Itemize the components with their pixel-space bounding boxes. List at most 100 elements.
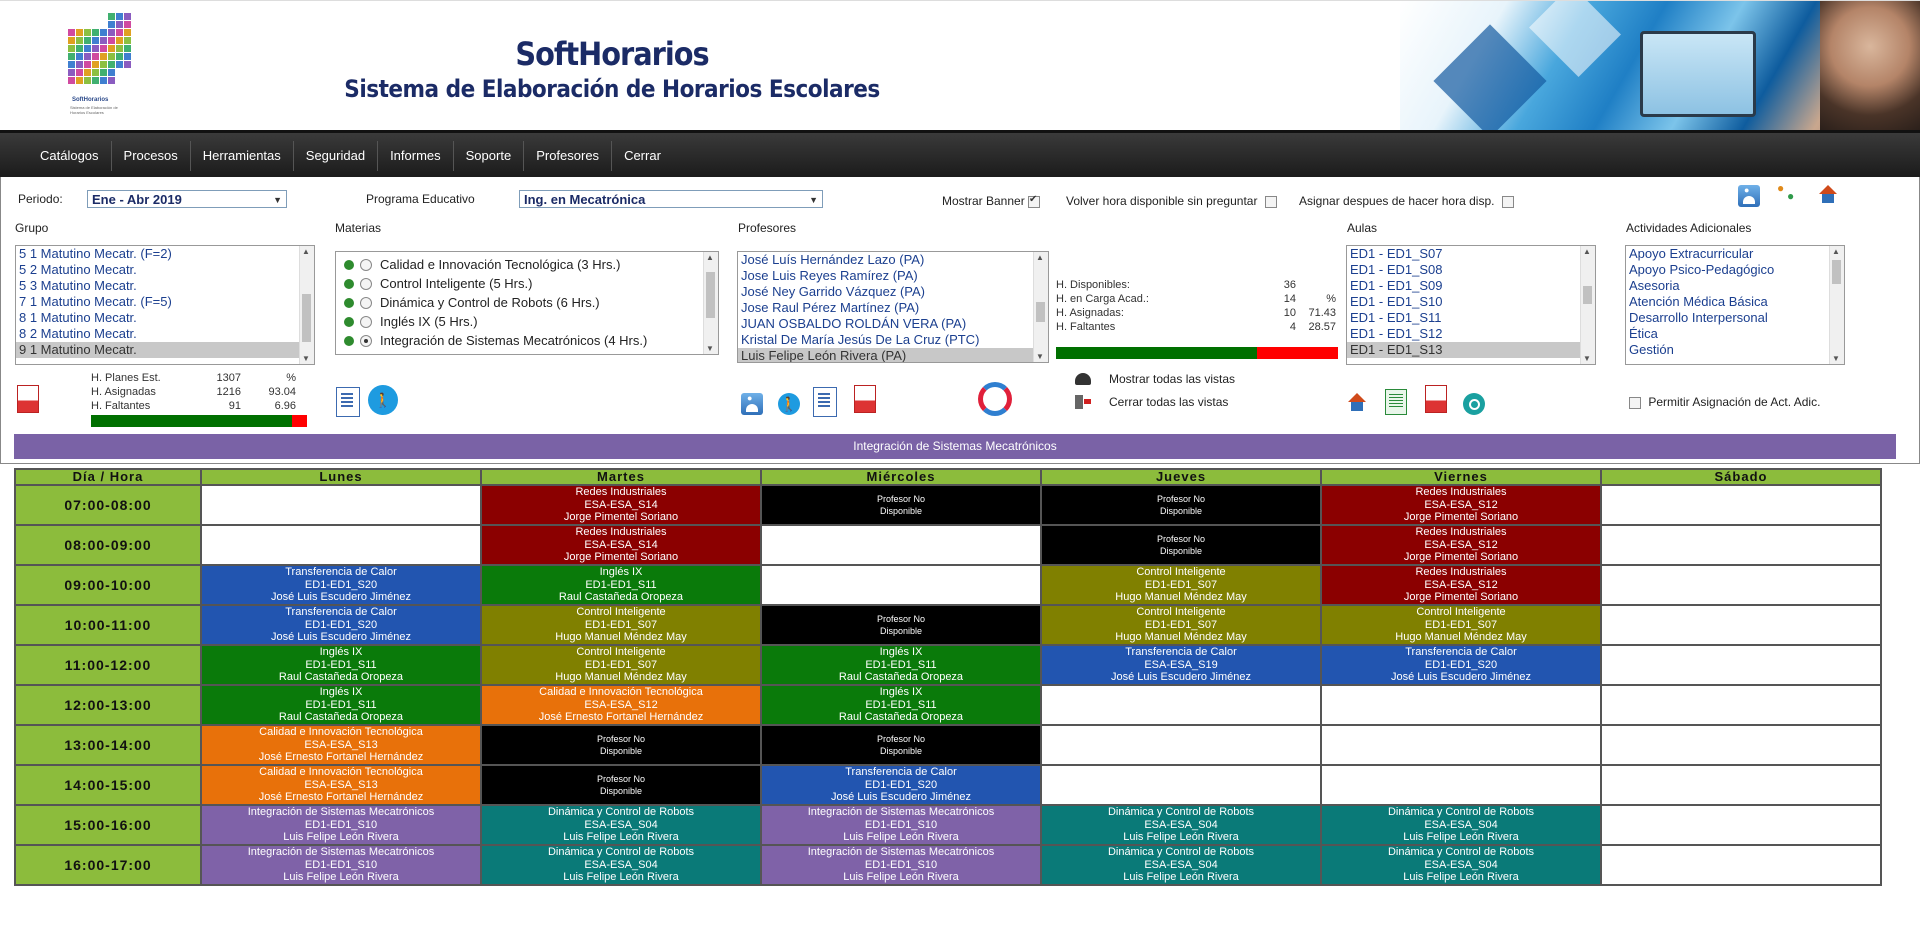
empty-slot[interactable] xyxy=(200,484,482,526)
teacher-icon[interactable] xyxy=(741,393,763,415)
exit-icon[interactable] xyxy=(1073,393,1095,415)
list-item[interactable]: Jose Luis Reyes Ramírez (PA) xyxy=(738,268,1048,284)
class-slot[interactable]: Transferencia de Calor ED1-ED1_S20 José Lu… xyxy=(200,604,482,646)
class-slot[interactable]: Transferencia de Calor ED1-ED1_S20 José Lu… xyxy=(200,564,482,606)
empty-slot[interactable] xyxy=(760,564,1042,606)
empty-slot[interactable] xyxy=(1320,684,1602,726)
class-slot[interactable]: Redes Industriales ESA-ESA_S12 Jorge Pimen… xyxy=(1320,564,1602,606)
class-slot[interactable]: Integración de Sistemas Mecatrónicos ED1-… xyxy=(200,844,482,886)
list-item[interactable]: 8 2 Matutino Mecatr. xyxy=(16,326,314,342)
empty-slot[interactable] xyxy=(1600,524,1882,566)
profesores-list[interactable]: José Luís Hernández Lazo (PA) Jose Luis R… xyxy=(737,251,1049,363)
list-item[interactable]: Calidad e Innovación Tecnológica (3 Hrs.… xyxy=(336,255,718,274)
class-slot[interactable]: Integración de Sistemas Mecatrónicos ED1-… xyxy=(760,844,1042,886)
menu-herramientas[interactable]: Herramientas xyxy=(191,141,294,171)
list-item[interactable]: Jose Raul Pérez Martínez (PA) xyxy=(738,300,1048,316)
list-item[interactable]: Control Inteligente (5 Hrs.) xyxy=(336,274,718,293)
class-slot[interactable]: Integración de Sistemas Mecatrónicos ED1-… xyxy=(760,804,1042,846)
pdf-icon[interactable] xyxy=(1425,385,1447,413)
list-item[interactable]: Kristal De María Jesús De La Cruz (PTC) xyxy=(738,332,1048,348)
class-slot[interactable]: Inglés IX ED1-ED1_S11 Raul Castañeda Orope… xyxy=(200,684,482,726)
class-slot[interactable]: Redes Industriales ESA-ESA_S14 Jorge Pimen… xyxy=(480,524,762,566)
class-slot[interactable]: Transferencia de Calor ED1-ED1_S20 José Lu… xyxy=(1320,644,1602,686)
list-item[interactable]: ED1 - ED1_S13 xyxy=(1347,342,1595,358)
aulas-list[interactable]: ED1 - ED1_S07 ED1 - ED1_S08 ED1 - ED1_S09 E… xyxy=(1346,245,1596,365)
class-slot[interactable]: Inglés IX ED1-ED1_S11 Raul Castañeda Orope… xyxy=(760,684,1042,726)
class-slot[interactable]: Inglés IX ED1-ED1_S11 Raul Castañeda Orope… xyxy=(760,644,1042,686)
refresh-icon[interactable] xyxy=(978,382,1012,416)
class-slot[interactable]: Control Inteligente ED1-ED1_S07 Hugo Manue… xyxy=(1040,564,1322,606)
view-all-icon[interactable] xyxy=(1073,369,1095,391)
empty-slot[interactable] xyxy=(1600,684,1882,726)
list-item[interactable]: Apoyo Psico-Pedagógico xyxy=(1626,262,1844,278)
list-item[interactable]: Desarrollo Interpersonal xyxy=(1626,310,1844,326)
menu-procesos[interactable]: Procesos xyxy=(112,141,191,171)
empty-slot[interactable] xyxy=(1600,804,1882,846)
periodo-select[interactable]: Ene - Abr 2019 ▼ xyxy=(87,190,287,208)
home-icon[interactable] xyxy=(1817,185,1839,207)
programa-select[interactable]: Ing. en Mecatrónica ▼ xyxy=(519,190,823,208)
empty-slot[interactable] xyxy=(1600,724,1882,766)
scrollbar[interactable]: ▲ ▼ xyxy=(1033,252,1048,362)
list-item[interactable]: ED1 - ED1_S08 xyxy=(1347,262,1595,278)
list-item[interactable]: 5 3 Matutino Mecatr. xyxy=(16,278,314,294)
class-slot[interactable]: Calidad e Innovación Tecnológica ESA-ESA_… xyxy=(200,724,482,766)
empty-slot[interactable] xyxy=(1040,684,1322,726)
list-item[interactable]: ED1 - ED1_S10 xyxy=(1347,294,1595,310)
class-slot[interactable]: Control Inteligente ED1-ED1_S07 Hugo Manue… xyxy=(480,644,762,686)
volver-hora-checkbox[interactable] xyxy=(1264,195,1277,208)
home-icon[interactable] xyxy=(1346,393,1368,415)
empty-slot[interactable] xyxy=(1600,644,1882,686)
list-item[interactable]: Gestión xyxy=(1626,342,1844,358)
class-slot[interactable]: Calidad e Innovación Tecnológica ESA-ESA_… xyxy=(200,764,482,806)
list-item[interactable]: 9 1 Matutino Mecatr. xyxy=(16,342,314,358)
asignar-despues-checkbox[interactable] xyxy=(1501,195,1514,208)
radio-button[interactable] xyxy=(360,259,372,271)
menu-cerrar[interactable]: Cerrar xyxy=(612,141,673,171)
list-item[interactable]: 5 1 Matutino Mecatr. (F=2) xyxy=(16,246,314,262)
radio-button[interactable] xyxy=(360,335,372,347)
scrollbar[interactable]: ▲ ▼ xyxy=(299,246,314,364)
group-icon[interactable] xyxy=(1777,181,1799,207)
empty-slot[interactable] xyxy=(1320,724,1602,766)
walking-person-icon[interactable]: 🚶 xyxy=(778,393,800,415)
class-slot[interactable]: Control Inteligente ED1-ED1_S07 Hugo Manue… xyxy=(1320,604,1602,646)
empty-slot[interactable] xyxy=(1600,484,1882,526)
list-item[interactable]: ED1 - ED1_S09 xyxy=(1347,278,1595,294)
mostrar-vistas-link[interactable]: Mostrar todas las vistas xyxy=(1109,372,1235,386)
class-slot[interactable]: Dinámica y Control de Robots ESA-ESA_S04 L… xyxy=(480,844,762,886)
pdf-icon[interactable] xyxy=(17,385,39,413)
list-item[interactable]: José Luís Hernández Lazo (PA) xyxy=(738,252,1048,268)
list-item[interactable]: Inglés IX (5 Hrs.) xyxy=(336,312,718,331)
class-slot[interactable]: Dinámica y Control de Robots ESA-ESA_S04 L… xyxy=(1320,804,1602,846)
class-slot[interactable]: Transferencia de Calor ED1-ED1_S20 José Lu… xyxy=(760,764,1042,806)
list-item[interactable]: JUAN OSBALDO ROLDÁN VERA (PA) xyxy=(738,316,1048,332)
grupo-list[interactable]: 5 1 Matutino Mecatr. (F=2) 5 2 Matutino M… xyxy=(15,245,315,365)
cerrar-vistas-link[interactable]: Cerrar todas las vistas xyxy=(1109,395,1228,409)
list-item[interactable]: Atención Médica Básica xyxy=(1626,294,1844,310)
list-item[interactable]: 8 1 Matutino Mecatr. xyxy=(16,310,314,326)
mostrar-banner-checkbox[interactable] xyxy=(1028,194,1041,208)
class-slot[interactable]: Inglés IX ED1-ED1_S11 Raul Castañeda Orope… xyxy=(200,644,482,686)
list-item[interactable]: Integración de Sistemas Mecatrónicos (4 … xyxy=(336,331,718,350)
spreadsheet-icon[interactable] xyxy=(1385,389,1407,415)
class-slot[interactable]: Integración de Sistemas Mecatrónicos ED1-… xyxy=(200,804,482,846)
materias-list[interactable]: Calidad e Innovación Tecnológica (3 Hrs.… xyxy=(335,251,719,355)
list-item[interactable]: 7 1 Matutino Mecatr. (F=5) xyxy=(16,294,314,310)
empty-slot[interactable] xyxy=(1040,764,1322,806)
class-slot[interactable]: Dinámica y Control de Robots ESA-ESA_S04 L… xyxy=(1040,804,1322,846)
empty-slot[interactable] xyxy=(1600,604,1882,646)
user-icon[interactable] xyxy=(1738,185,1760,207)
permitir-asignacion-checkbox[interactable] xyxy=(1629,396,1641,409)
list-item[interactable]: Apoyo Extracurricular xyxy=(1626,246,1844,262)
class-slot[interactable]: Redes Industriales ESA-ESA_S12 Jorge Pimen… xyxy=(1320,524,1602,566)
menu-catalogos[interactable]: Catálogos xyxy=(28,141,112,171)
list-item[interactable]: Ética xyxy=(1626,326,1844,342)
pdf-icon[interactable] xyxy=(854,385,876,413)
radio-button[interactable] xyxy=(360,316,372,328)
list-item[interactable]: ED1 - ED1_S11 xyxy=(1347,310,1595,326)
empty-slot[interactable] xyxy=(760,524,1042,566)
empty-slot[interactable] xyxy=(200,524,482,566)
class-slot[interactable]: Redes Industriales ESA-ESA_S12 Jorge Pimen… xyxy=(1320,484,1602,526)
list-item[interactable]: Dinámica y Control de Robots (6 Hrs.) xyxy=(336,293,718,312)
